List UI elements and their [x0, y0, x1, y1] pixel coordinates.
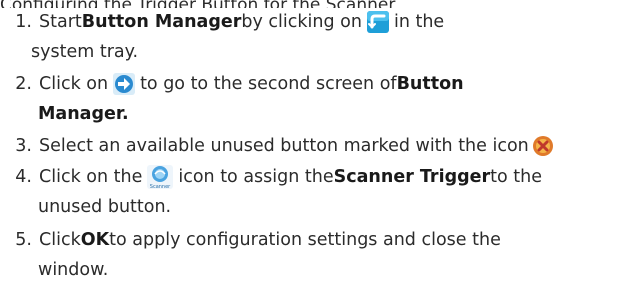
step-text: to go to the second screen of [140, 74, 397, 94]
step-4: 4. Click on the Scanner icon to assign t… [0, 164, 542, 190]
unused-button-icon [531, 134, 555, 158]
step-2-continuation: Manager. [38, 102, 129, 126]
step-5: 5. Click OK to apply configuration setti… [0, 228, 501, 252]
step-text: system tray. [31, 42, 139, 62]
step-text: icon to assign the [178, 167, 334, 187]
step-number: 3. [15, 136, 32, 156]
step-1-continuation: system tray. [31, 40, 138, 64]
instruction-page: Configuring the Trigger Button for the S… [0, 0, 631, 297]
step-text: Start [39, 12, 82, 32]
step-5-continuation: window. [38, 258, 108, 282]
step-bold-text: Manager. [38, 104, 129, 124]
step-number: 5. [15, 230, 32, 250]
step-text: Click [39, 230, 81, 250]
step-number: 4. [15, 167, 32, 187]
step-number: 2. [15, 74, 32, 94]
button-manager-tray-icon[interactable] [366, 10, 390, 34]
step-text: to apply configuration settings and clos… [109, 230, 501, 250]
header-fragment: Configuring the Trigger Button for the S… [0, 0, 631, 8]
step-bold-text: OK [80, 230, 110, 250]
arrow-right-icon[interactable] [112, 72, 136, 96]
step-4-continuation: unused button. [38, 195, 171, 219]
step-bold-text: Button Manager [81, 12, 242, 32]
step-text: to the [490, 167, 542, 187]
step-text: Click on the [39, 167, 143, 187]
step-text: Select an available unused button marked… [39, 136, 529, 156]
header-text: Configuring the Trigger Button for the S… [0, 0, 395, 8]
step-text: Click on [39, 74, 109, 94]
scanner-icon-label: Scanner [150, 184, 171, 190]
step-3: 3. Select an available unused button mar… [0, 134, 559, 158]
step-number: 1. [15, 12, 32, 32]
step-text: in the [393, 12, 445, 32]
step-text: unused button. [38, 197, 172, 217]
step-2: 2. Click on to go to the second screen o… [0, 72, 464, 96]
step-1: 1. Start Button Manager by clicking on i… [0, 10, 444, 34]
step-bold-text: Scanner Trigger [333, 167, 491, 187]
scanner-icon[interactable]: Scanner [146, 164, 174, 190]
step-text: window. [38, 260, 109, 280]
step-text: by clicking on [241, 12, 362, 32]
step-bold-text: Button [396, 74, 464, 94]
